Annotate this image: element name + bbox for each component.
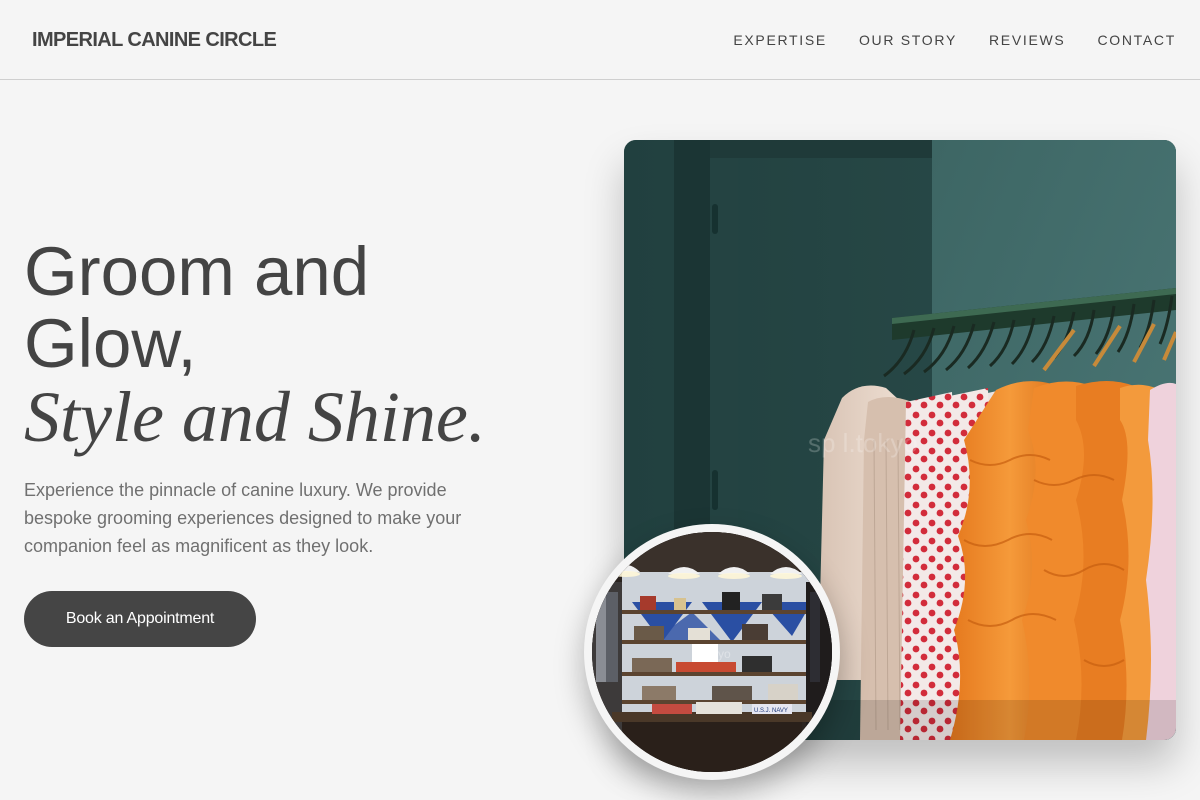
hero-inset-image: U.S.J. NAVY tokyo	[584, 524, 840, 780]
site-header: IMPERIAL CANINE CIRCLE EXPERTISE OUR STO…	[0, 0, 1200, 80]
hero-description: Experience the pinnacle of canine luxury…	[24, 480, 462, 556]
nav-link-reviews[interactable]: REVIEWS	[989, 31, 1065, 49]
inset-image-sign: U.S.J. NAVY	[754, 708, 788, 714]
nav-link-our-story[interactable]: OUR STORY	[859, 31, 957, 49]
main-image-watermark: sp l.tokyo	[808, 428, 918, 458]
main-nav: EXPERTISE OUR STORY REVIEWS CONTACT	[733, 31, 1176, 49]
nav-link-contact[interactable]: CONTACT	[1097, 31, 1176, 49]
hero-title: Groom and Glow, Style and Shine.	[24, 233, 544, 457]
hero-title-line-1: Groom and	[24, 233, 370, 310]
nav-link-expertise[interactable]: EXPERTISE	[733, 31, 827, 49]
hero-inset-image-frame: U.S.J. NAVY tokyo	[592, 532, 832, 772]
hero-title-line-2: Glow,	[24, 305, 197, 382]
inset-image-watermark: tokyo	[702, 647, 731, 661]
book-appointment-button[interactable]: Book an Appointment	[24, 591, 256, 647]
brand-logo[interactable]: IMPERIAL CANINE CIRCLE	[32, 28, 277, 52]
hero-title-accent: Style and Shine.	[24, 377, 486, 457]
